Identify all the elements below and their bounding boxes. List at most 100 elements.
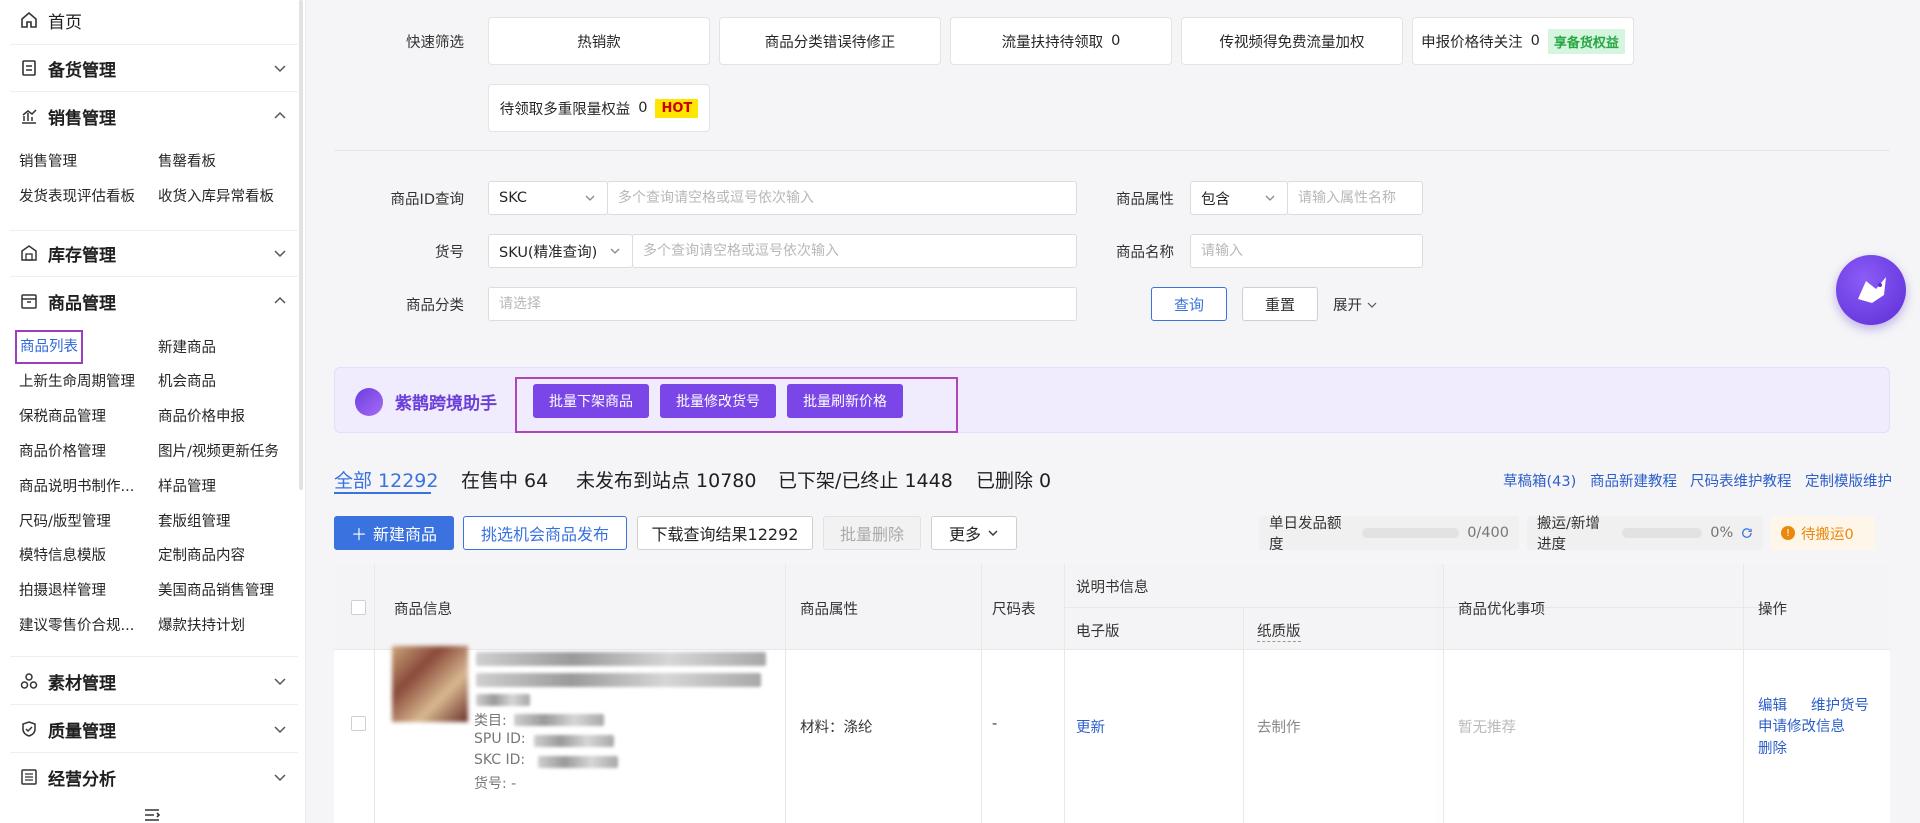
sidebar-item-product-list[interactable]: 商品列表 xyxy=(15,330,83,364)
quick-filter-limited-rights[interactable]: 待领取多重限量权益 0 HOT xyxy=(488,84,710,132)
make-paper-link[interactable]: 去制作 xyxy=(1257,716,1301,737)
header-paper: 纸质版 xyxy=(1257,620,1301,642)
sidebar-item-custom-content[interactable]: 定制商品内容 xyxy=(158,544,245,568)
batch-delete-button[interactable]: 批量删除 xyxy=(823,516,921,550)
quick-filter-category-error[interactable]: 商品分类错误待修正 xyxy=(719,17,941,65)
sidebar-item-manual[interactable]: 商品说明书制作... xyxy=(19,475,134,499)
quick-filter-text: 流量扶持待领取 xyxy=(1001,34,1104,51)
search-button[interactable]: 查询 xyxy=(1151,287,1227,321)
box-icon xyxy=(18,290,40,312)
download-results-button[interactable]: 下载查询结果12292 xyxy=(637,516,813,550)
update-electronic-link[interactable]: 更新 xyxy=(1076,716,1105,737)
apply-modify-link[interactable]: 申请修改信息 xyxy=(1758,715,1845,736)
header-operations: 操作 xyxy=(1758,602,1787,618)
sidebar-item-price-declare[interactable]: 商品价格申报 xyxy=(158,405,245,429)
row-checkbox[interactable] xyxy=(351,716,366,731)
sidebar-item-samples[interactable]: 样品管理 xyxy=(158,475,216,499)
assistant-float-button[interactable] xyxy=(1836,255,1906,325)
id-type-select[interactable]: SKC xyxy=(488,181,608,215)
batch-refresh-price-button[interactable]: 批量刷新价格 xyxy=(787,384,903,418)
sidebar-item-price-manage[interactable]: 商品价格管理 xyxy=(19,440,106,464)
tab-deleted[interactable]: 已删除 0 xyxy=(976,466,1051,493)
size-chart-tutorial-link[interactable]: 尺码表维护教程 xyxy=(1690,470,1792,491)
sidebar-item-receiving-board[interactable]: 收货入库异常看板 xyxy=(158,185,274,209)
sku-type-select[interactable]: SKU(精准查询) xyxy=(488,234,633,268)
sidebar-scrollbar[interactable] xyxy=(299,0,303,490)
more-dropdown[interactable]: 更多 xyxy=(931,516,1017,550)
sku-query-input[interactable]: 多个查询请空格或逗号依次输入 xyxy=(632,234,1077,268)
sidebar-item-opportunity[interactable]: 机会商品 xyxy=(158,370,216,394)
sidebar-item-shoot-return[interactable]: 拍摄退样管理 xyxy=(19,579,106,603)
sidebar-item-soldout-board[interactable]: 售罄看板 xyxy=(158,150,216,174)
header-optimize: 商品优化事项 xyxy=(1458,602,1545,618)
sidebar-group-analytics[interactable]: 经营分析 xyxy=(0,753,298,801)
expand-toggle[interactable]: 展开 xyxy=(1333,294,1378,315)
delete-link[interactable]: 删除 xyxy=(1758,737,1787,758)
sidebar-item-template-group[interactable]: 套版组管理 xyxy=(158,510,231,534)
chart-icon xyxy=(18,105,40,127)
sidebar-item-lifecycle[interactable]: 上新生命周期管理 xyxy=(19,370,135,394)
sidebar-item-shipping-board[interactable]: 发货表现评估看板 xyxy=(19,185,135,209)
attr-input[interactable]: 请输入属性名称 xyxy=(1287,181,1423,215)
product-title-blurred[interactable] xyxy=(476,652,766,666)
quick-filter-traffic[interactable]: 流量扶持待领取 0 xyxy=(950,17,1172,65)
tab-on-sale[interactable]: 在售中 64 xyxy=(461,466,548,493)
drafts-link[interactable]: 草稿箱(43) xyxy=(1503,470,1576,491)
quick-filter-price-watch[interactable]: 申报价格待关注 0 享备货权益 xyxy=(1412,17,1634,65)
collapse-menu-icon[interactable] xyxy=(144,808,160,822)
tab-unpublished[interactable]: 未发布到站点 10780 xyxy=(576,466,756,493)
product-table: 商品信息 商品属性 尺码表 说明书信息 电子版 纸质版 商品优化事项 操作 类目… xyxy=(334,564,1890,823)
quick-filter-count: 0 xyxy=(1111,33,1121,49)
home-icon xyxy=(18,9,40,31)
new-product-tutorial-link[interactable]: 商品新建教程 xyxy=(1590,470,1677,491)
name-input[interactable]: 请输入 xyxy=(1190,234,1423,268)
reset-button[interactable]: 重置 xyxy=(1242,287,1318,321)
quick-filter-count: 0 xyxy=(638,100,648,116)
custom-template-link[interactable]: 定制模版维护 xyxy=(1805,470,1892,491)
maintain-sku-link[interactable]: 维护货号 xyxy=(1811,694,1869,715)
move-progress-value: 0% xyxy=(1710,525,1734,541)
edit-link[interactable]: 编辑 xyxy=(1758,694,1787,715)
sidebar-item-new-product[interactable]: 新建商品 xyxy=(158,336,216,360)
sidebar-group-inventory[interactable]: 库存管理 xyxy=(0,229,298,277)
sidebar-item-home[interactable]: 首页 xyxy=(0,0,298,44)
attr-mode-select[interactable]: 包含 xyxy=(1190,181,1288,215)
sidebar-item-hot-support[interactable]: 爆款扶持计划 xyxy=(158,614,245,638)
select-value: SKC xyxy=(499,190,528,206)
sidebar-item-us-sales[interactable]: 美国商品销售管理 xyxy=(158,579,274,603)
daily-quota-bar xyxy=(1361,528,1460,538)
expand-label: 展开 xyxy=(1333,298,1362,314)
move-progress-meter: 搬运/新增进度 0% xyxy=(1527,516,1763,553)
pending-move-badge[interactable]: ! 待搬运0 xyxy=(1771,516,1875,550)
quick-filter-video[interactable]: 传视频得免费流量加权 xyxy=(1181,17,1403,65)
sidebar-group-sales[interactable]: 销售管理 xyxy=(0,92,298,140)
sidebar-item-size[interactable]: 尺码/版型管理 xyxy=(19,510,111,534)
sidebar-item-model-info[interactable]: 模特信息模版 xyxy=(19,544,106,568)
pending-move-label: 待搬运0 xyxy=(1801,526,1854,543)
sidebar-group-products[interactable]: 商品管理 xyxy=(0,277,298,325)
new-product-button[interactable]: ＋ 新建商品 xyxy=(334,516,454,550)
tab-all[interactable]: 全部 12292 xyxy=(334,466,438,493)
refresh-icon[interactable] xyxy=(1741,526,1753,540)
category-select[interactable]: 请选择 xyxy=(488,287,1077,321)
batch-unlist-button[interactable]: 批量下架商品 xyxy=(533,384,649,418)
sidebar-item-bonded[interactable]: 保税商品管理 xyxy=(19,405,106,429)
sidebar-group-stock[interactable]: 备货管理 xyxy=(0,44,298,92)
quick-filter-count: 0 xyxy=(1530,33,1540,49)
chevron-down-icon xyxy=(274,678,286,686)
quick-filter-hot[interactable]: 热销款 xyxy=(488,17,710,65)
batch-edit-sku-button[interactable]: 批量修改货号 xyxy=(660,384,776,418)
sidebar-group-materials[interactable]: 素材管理 xyxy=(0,657,298,705)
id-query-label: 商品ID查询 xyxy=(390,192,464,208)
header-manual-info: 说明书信息 xyxy=(1076,580,1149,596)
tab-delisted[interactable]: 已下架/已终止 1448 xyxy=(778,466,953,493)
pick-opportunity-button[interactable]: 挑选机会商品发布 xyxy=(463,516,627,550)
id-query-input[interactable]: 多个查询请空格或逗号依次输入 xyxy=(607,181,1077,215)
sidebar-item-sales-manage[interactable]: 销售管理 xyxy=(19,150,77,174)
sidebar-group-quality[interactable]: 质量管理 xyxy=(0,705,298,753)
sidebar-item-retail-price[interactable]: 建议零售价合规... xyxy=(19,614,134,638)
product-thumbnail[interactable] xyxy=(392,646,468,722)
select-all-checkbox[interactable] xyxy=(351,600,366,615)
quick-filter-text: 传视频得免费流量加权 xyxy=(1219,34,1365,51)
sidebar-item-media-update[interactable]: 图片/视频更新任务 xyxy=(158,440,279,464)
